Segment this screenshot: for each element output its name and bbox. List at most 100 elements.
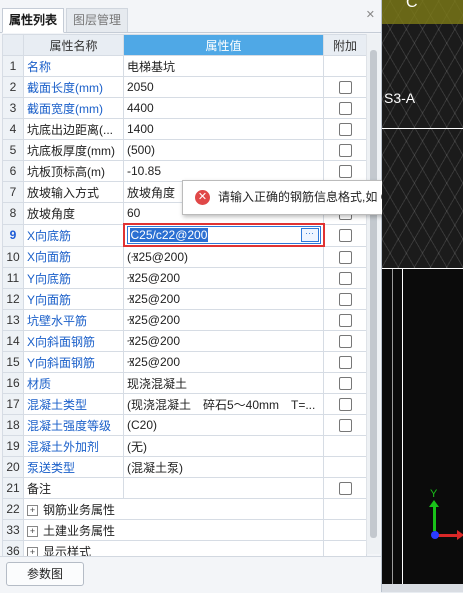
property-value[interactable]: Ⱐ25@200 [123,267,324,289]
extra-checkbox[interactable] [338,314,352,328]
property-value[interactable]: Ⱐ25@200 [123,330,324,352]
property-value[interactable]: (C20) [123,414,324,436]
expand-icon[interactable]: + [27,525,38,537]
property-name: 材质 [23,372,124,394]
scrollbar-thumb[interactable] [370,50,377,538]
table-row[interactable]: 5 坑底板厚度(mm) (500) [2,139,367,161]
property-value[interactable]: 电梯基坑 [123,55,324,77]
table-row[interactable]: 11 Y向底筋 Ⱐ25@200 [2,267,367,289]
rebar-input[interactable]: C25/c22@200 ··· [126,226,321,244]
row-number: 5 [2,139,24,161]
extra-cell [323,393,367,415]
table-row[interactable]: 12 Y向面筋 Ⱐ25@200 [2,288,367,310]
more-options-button[interactable]: ··· [300,228,319,242]
extra-checkbox[interactable] [338,123,352,137]
property-value[interactable]: 4400 [123,97,324,119]
property-value-editor[interactable]: C25/c22@200 ··· [122,223,325,247]
grid-header-row: 属性名称 属性值 附加 [2,34,367,56]
table-row[interactable]: 6 坑板顶标高(m) -10.85 [2,160,367,182]
vertical-scrollbar[interactable] [366,34,380,554]
extra-checkbox[interactable] [338,229,352,243]
row-number: 16 [2,372,24,394]
extra-cell [323,223,367,247]
tab-layer-management[interactable]: 图层管理 [66,8,129,32]
expand-icon[interactable]: + [27,504,38,516]
property-value[interactable]: -10.85 [123,160,324,182]
table-row[interactable]: 10 X向面筋 (Ⱐ25@200) [2,245,367,268]
extra-checkbox[interactable] [338,335,352,349]
rebar-input-text[interactable]: C25/c22@200 [129,228,209,242]
extra-checkbox[interactable] [338,250,352,264]
row-number: 12 [2,288,24,310]
table-row[interactable]: 1 名称 电梯基坑 [2,55,367,77]
tab-property-list[interactable]: 属性列表 [2,8,65,33]
group-row[interactable]: 33 + 土建业务属性 [2,519,367,541]
extra-checkbox[interactable] [338,144,352,158]
property-value[interactable]: (无) [123,435,324,457]
property-value[interactable]: Ⱐ25@200 [123,288,324,310]
canvas-line [382,128,463,129]
property-name: 截面宽度(mm) [23,97,124,119]
group-row[interactable]: 22 + 钢筋业务属性 [2,498,367,520]
table-row[interactable]: 20 泵送类型 (混凝土泵) [2,456,367,478]
extra-cell [323,267,367,289]
table-row[interactable]: 19 混凝土外加剂 (无) [2,435,367,457]
property-value[interactable]: 现浇混凝土 [123,372,324,394]
property-value[interactable]: (500) [123,139,324,161]
property-value[interactable]: (混凝土泵) [123,456,324,478]
property-value[interactable]: Ⱐ25@200 [123,309,324,331]
origin-marker [431,531,439,539]
extra-checkbox[interactable] [338,165,352,179]
row-number: 3 [2,97,24,119]
property-name: 混凝土外加剂 [23,435,124,457]
extra-checkbox[interactable] [338,482,352,496]
table-row[interactable]: 16 材质 现浇混凝土 [2,372,367,394]
table-row[interactable]: 14 X向斜面钢筋 Ⱐ25@200 [2,330,367,352]
property-name: 放坡输入方式 [23,181,124,203]
table-row[interactable]: 21 备注 [2,477,367,499]
group-label[interactable]: + 钢筋业务属性 [23,498,324,520]
close-icon[interactable]: ✕ [366,8,375,21]
extra-checkbox[interactable] [338,293,352,307]
column-header-value[interactable]: 属性值 [123,34,324,56]
panel-footer: 参数图 [0,556,381,593]
extra-cell [323,477,367,499]
table-row[interactable]: 13 坑壁水平筋 Ⱐ25@200 [2,309,367,331]
property-name: Y向面筋 [23,288,124,310]
property-name: 坑底板厚度(mm) [23,139,124,161]
property-value[interactable]: Ⱐ25@200 [123,351,324,373]
extra-checkbox[interactable] [338,419,352,433]
table-row[interactable]: 4 坑底出边距离(... 1400 [2,118,367,140]
extra-cell [323,456,367,478]
parameter-diagram-button[interactable]: 参数图 [6,562,84,586]
property-name: Y向斜面钢筋 [23,351,124,373]
property-value[interactable]: (现浇混凝土 碎石5～40mm T=... [123,393,324,415]
table-row[interactable]: 2 截面长度(mm) 2050 [2,76,367,98]
property-value[interactable]: 2050 [123,76,324,98]
canvas-line [402,268,403,592]
table-row[interactable]: 17 混凝土类型 (现浇混凝土 碎石5～40mm T=... [2,393,367,415]
table-row[interactable]: 18 混凝土强度等级 (C20) [2,414,367,436]
extra-cell [323,76,367,98]
extra-checkbox[interactable] [338,377,352,391]
extra-checkbox[interactable] [338,81,352,95]
row-number: 7 [2,181,24,203]
table-row-selected[interactable]: 9 X向底筋 C25/c22@200 ··· [2,223,367,247]
row-number-header [2,34,24,56]
extra-checkbox[interactable] [338,356,352,370]
extra-checkbox[interactable] [338,272,352,286]
table-row[interactable]: 15 Y向斜面钢筋 Ⱐ25@200 [2,351,367,373]
axis-x-line [436,534,458,537]
group-title: 土建业务属性 [43,523,116,538]
column-header-extra[interactable]: 附加 [323,34,367,56]
extra-checkbox[interactable] [338,398,352,412]
drawing-canvas[interactable]: C S3-A Y [382,0,463,592]
property-value[interactable] [123,477,324,499]
row-number: 8 [2,202,24,225]
column-header-name[interactable]: 属性名称 [23,34,124,56]
extra-checkbox[interactable] [338,102,352,116]
group-label[interactable]: + 土建业务属性 [23,519,324,541]
table-row[interactable]: 3 截面宽度(mm) 4400 [2,97,367,119]
property-value[interactable]: 1400 [123,118,324,140]
property-value[interactable]: (Ⱐ25@200) [123,245,324,268]
